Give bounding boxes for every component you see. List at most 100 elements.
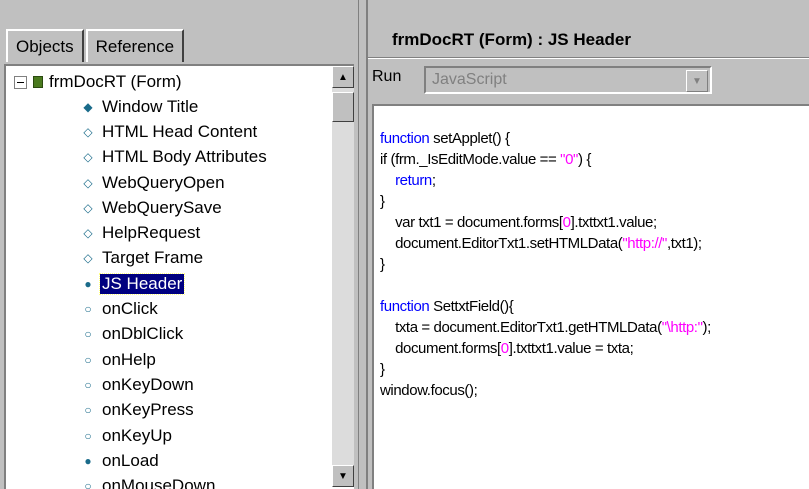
form-icon bbox=[33, 76, 43, 88]
code-text: } bbox=[380, 193, 385, 210]
header-divider bbox=[368, 57, 809, 59]
filled-diamond-icon: ◆ bbox=[83, 99, 93, 114]
tree-item-label: onKeyDown bbox=[102, 374, 194, 394]
filled-circle-icon: ● bbox=[84, 453, 92, 468]
editor-title: frmDocRT (Form) : JS Header bbox=[392, 30, 631, 49]
diamond-outline-icon: ◇ bbox=[83, 200, 93, 215]
tree-root[interactable]: frmDocRT (Form) bbox=[6, 70, 328, 94]
code-text: ); bbox=[702, 319, 712, 336]
code-line: } bbox=[380, 254, 711, 275]
tree-item[interactable]: ◇ WebQuerySave bbox=[6, 195, 328, 220]
code-line: document.forms[0].txttxt1.value = txta; bbox=[380, 338, 711, 359]
code-text: txta = document.EditorTxt1.getHTMLData( bbox=[380, 319, 662, 336]
circle-outline-icon: ○ bbox=[84, 352, 92, 367]
circle-outline-icon: ○ bbox=[84, 377, 92, 392]
run-language-select[interactable]: JavaScript ▼ bbox=[424, 66, 712, 94]
code-text: document.EditorTxt1.setHTMLData( bbox=[380, 235, 623, 252]
code-text: } bbox=[380, 256, 385, 273]
circle-outline-icon: ○ bbox=[84, 479, 92, 489]
code-line: document.EditorTxt1.setHTMLData("http://… bbox=[380, 233, 711, 254]
tree-item-label: onHelp bbox=[102, 349, 156, 369]
tree-item[interactable]: ◇ HelpRequest bbox=[6, 220, 328, 245]
tree-item-label: HTML Head Content bbox=[102, 121, 258, 141]
pane-splitter[interactable] bbox=[358, 0, 368, 489]
code-line: } bbox=[380, 191, 711, 212]
tree-item[interactable]: ◇ HTML Body Attributes bbox=[6, 145, 328, 170]
tree-item-label: onMouseDown bbox=[102, 476, 216, 489]
code-editor[interactable]: function setApplet() {if (frm._IsEditMod… bbox=[372, 104, 809, 489]
scroll-up-arrow-icon[interactable]: ▲ bbox=[332, 66, 354, 88]
scroll-thumb[interactable] bbox=[332, 92, 354, 122]
tree-item-label: HelpRequest bbox=[102, 223, 201, 243]
panel-tabs: Objects Reference bbox=[6, 24, 186, 62]
code-string: "http://" bbox=[622, 235, 667, 252]
tree-item[interactable]: ○ onHelp bbox=[6, 347, 328, 372]
code-line: var txt1 = document.forms[0].txttxt1.val… bbox=[380, 212, 711, 233]
code-line: return; bbox=[380, 170, 711, 191]
diamond-outline-icon: ◇ bbox=[83, 175, 93, 190]
tree-item[interactable]: ○ onKeyUp bbox=[6, 423, 328, 448]
tree-item[interactable]: ● JS Header bbox=[6, 271, 328, 296]
tree-item[interactable]: ◇ WebQueryOpen bbox=[6, 170, 328, 195]
code-text: document.forms[ bbox=[380, 340, 501, 357]
code-text: ].txttxt1.value = txta; bbox=[508, 340, 634, 357]
tree-item-label: onLoad bbox=[102, 450, 159, 470]
code-text: window.focus(); bbox=[380, 382, 478, 399]
code-text: if (frm._IsEditMode.value == bbox=[380, 151, 561, 168]
tab-objects[interactable]: Objects bbox=[6, 29, 84, 62]
tree-item[interactable]: ● onLoad bbox=[6, 448, 328, 473]
code-line: function setApplet() { bbox=[380, 128, 711, 149]
filled-circle-icon: ● bbox=[84, 276, 92, 291]
tree-item-label: JS Header bbox=[98, 272, 186, 295]
code-string: 0 bbox=[500, 340, 509, 357]
tree-item[interactable]: ○ onMouseDown bbox=[6, 473, 328, 489]
code-line: if (frm._IsEditMode.value == "0") { bbox=[380, 149, 711, 170]
tree-item[interactable]: ○ onKeyPress bbox=[6, 398, 328, 423]
tree-item[interactable]: ◇ Target Frame bbox=[6, 246, 328, 271]
tree-item-label: Window Title bbox=[102, 96, 199, 116]
scroll-down-arrow-icon[interactable]: ▼ bbox=[332, 465, 354, 487]
tree-item[interactable]: ○ onClick bbox=[6, 296, 328, 321]
tree-item[interactable]: ○ onKeyDown bbox=[6, 372, 328, 397]
circle-outline-icon: ○ bbox=[84, 302, 92, 317]
tree-item-label: HTML Body Attributes bbox=[102, 147, 267, 167]
script-editor-panel: frmDocRT (Form) : JS Header Run JavaScri… bbox=[368, 0, 809, 489]
code-line: window.focus(); bbox=[380, 380, 711, 401]
chevron-down-icon[interactable]: ▼ bbox=[686, 70, 708, 92]
tree-root-label: frmDocRT (Form) bbox=[49, 72, 182, 91]
code-lines: function setApplet() {if (frm._IsEditMod… bbox=[380, 128, 711, 401]
circle-outline-icon: ○ bbox=[84, 428, 92, 443]
tree-item-label: onClick bbox=[102, 299, 158, 319]
collapse-icon[interactable] bbox=[14, 75, 27, 89]
code-text: ) { bbox=[577, 151, 591, 168]
object-tree: frmDocRT (Form) ◆ Window Title ◇ HTML Head … bbox=[4, 64, 354, 489]
code-text: ].txttxt1.value; bbox=[570, 214, 658, 231]
code-keyword: return bbox=[395, 172, 432, 189]
run-language-value: JavaScript bbox=[432, 71, 507, 88]
tree-item-label: Target Frame bbox=[102, 248, 204, 268]
tree-item-label: WebQuerySave bbox=[102, 197, 222, 217]
tree-scrollbar[interactable]: ▲ ▼ bbox=[332, 66, 354, 487]
tree-item[interactable]: ◆ Window Title bbox=[6, 94, 328, 119]
code-keyword: function bbox=[380, 130, 430, 147]
code-string: 0 bbox=[562, 214, 571, 231]
code-string: "\http:" bbox=[661, 319, 703, 336]
tree-list: frmDocRT (Form) ◆ Window Title ◇ HTML Head … bbox=[6, 70, 328, 489]
code-text: ,txt1); bbox=[666, 235, 702, 252]
diamond-outline-icon: ◇ bbox=[83, 251, 93, 266]
diamond-outline-icon: ◇ bbox=[83, 124, 93, 139]
objects-panel: Objects Reference frmDocRT (Form) ◆ Windo… bbox=[0, 0, 358, 489]
tree-item[interactable]: ◇ HTML Head Content bbox=[6, 119, 328, 144]
tab-reference[interactable]: Reference bbox=[85, 29, 185, 62]
code-text: } bbox=[380, 361, 385, 378]
tree-item-label: onKeyPress bbox=[102, 400, 194, 420]
diamond-outline-icon: ◇ bbox=[83, 226, 93, 241]
tree-item[interactable]: ○ onDblClick bbox=[6, 322, 328, 347]
diamond-outline-icon: ◇ bbox=[83, 150, 93, 165]
code-line: } bbox=[380, 359, 711, 380]
code-line: txta = document.EditorTxt1.getHTMLData("… bbox=[380, 317, 711, 338]
code-text: setApplet() { bbox=[429, 130, 510, 147]
tree-item-label: onKeyUp bbox=[102, 425, 172, 445]
run-label: Run bbox=[372, 68, 402, 85]
